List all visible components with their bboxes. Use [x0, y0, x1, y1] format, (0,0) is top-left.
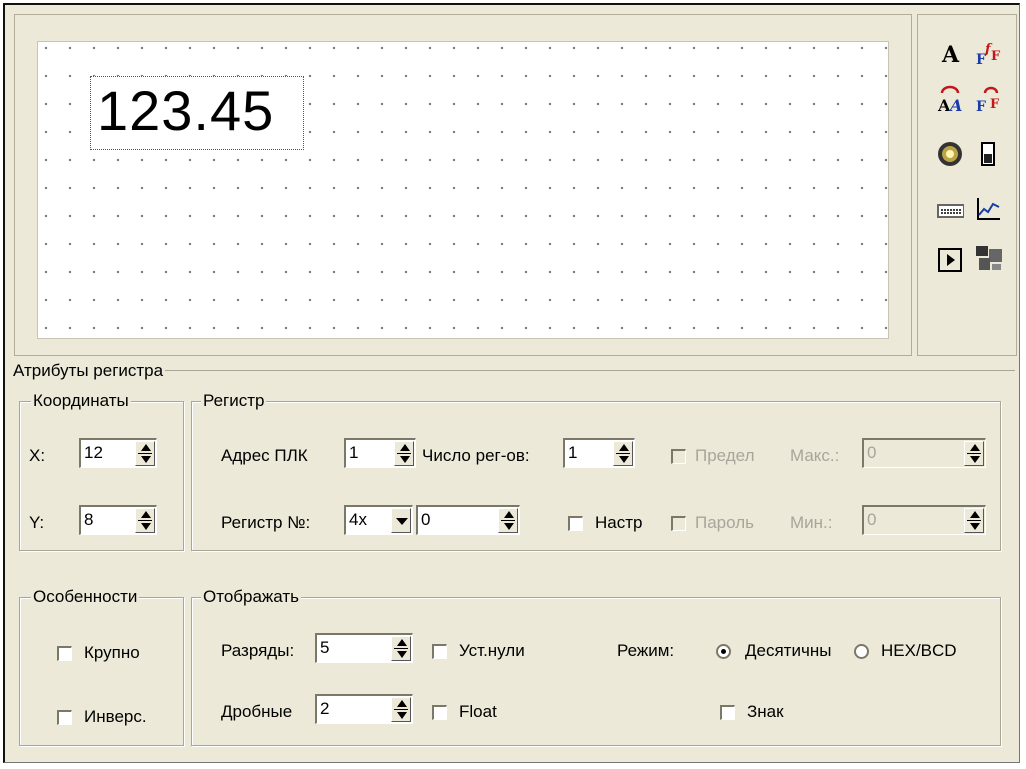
float-checkbox[interactable] — [432, 705, 447, 720]
digits-spinner[interactable]: 5 — [315, 633, 413, 663]
plc-address-value: 1 — [349, 443, 359, 462]
hex-bcd-radio[interactable] — [854, 644, 869, 659]
limit-label: Предел — [695, 446, 755, 465]
setup-checkbox[interactable] — [568, 516, 583, 531]
min-label: Мин.: — [790, 513, 833, 532]
plc-address-spinner[interactable]: 1 — [344, 438, 416, 468]
digits-value: 5 — [320, 638, 330, 657]
large-label: Крупно — [84, 643, 140, 662]
max-label: Макс.: — [790, 446, 840, 465]
spinner-arrows[interactable] — [391, 636, 411, 661]
text-icon[interactable]: A — [936, 40, 964, 68]
fraction-value: 2 — [320, 699, 330, 718]
spinner-arrows[interactable] — [135, 508, 155, 533]
svg-text:A: A — [937, 96, 951, 114]
spinner-arrows[interactable] — [613, 441, 633, 466]
lamp-icon[interactable] — [936, 140, 964, 168]
mode-label: Режим: — [617, 641, 675, 660]
register-type-value: 4x — [349, 510, 367, 529]
level-icon[interactable] — [974, 140, 1002, 168]
spinner-arrows[interactable] — [964, 508, 984, 533]
invert-label: Инверс. — [84, 707, 147, 726]
chevron-down-icon[interactable] — [391, 508, 411, 533]
element-toolbar: A FfF AA FF — [917, 14, 1017, 356]
register-count-label: Число рег-ов: — [422, 446, 530, 465]
trend-icon[interactable] — [974, 195, 1002, 223]
decimal-radio[interactable] — [716, 644, 731, 659]
min-value: 0 — [867, 510, 877, 529]
spinner-arrows[interactable] — [964, 441, 984, 466]
hex-bcd-label: HEX/BCD — [881, 641, 957, 660]
play-icon[interactable] — [936, 246, 964, 274]
numeric-display-element[interactable]: 123.45 — [90, 76, 304, 150]
y-coordinate-value: 8 — [84, 510, 94, 529]
register-count-spinner[interactable]: 1 — [563, 438, 635, 468]
preview-area: 123.45 — [14, 14, 912, 356]
register-count-value: 1 — [568, 443, 578, 462]
display-title: Отображать — [201, 587, 302, 607]
rotate-text-icon[interactable]: AA — [936, 85, 964, 114]
leading-zeros-label: Уст.нули — [459, 641, 525, 660]
invert-checkbox[interactable] — [57, 710, 72, 725]
fraction-label: Дробные — [221, 702, 293, 721]
max-value: 0 — [867, 443, 877, 462]
register-number-label: Регистр №: — [221, 513, 311, 532]
max-value-spinner[interactable]: 0 — [862, 438, 986, 468]
svg-text:A: A — [941, 42, 960, 67]
rotate-font-icon[interactable]: FF — [974, 85, 1002, 114]
spinner-arrows[interactable] — [394, 441, 414, 466]
register-title: Регистр — [201, 391, 267, 411]
coordinates-title: Координаты — [31, 391, 131, 411]
x-label: X: — [29, 446, 46, 465]
svg-text:F: F — [991, 49, 1001, 64]
register-number-spinner[interactable]: 0 — [416, 505, 520, 535]
numeric-display-value: 123.45 — [97, 79, 275, 142]
min-value-spinner[interactable]: 0 — [862, 505, 986, 535]
register-type-combo[interactable]: 4x — [344, 505, 413, 535]
register-number-value: 0 — [421, 510, 431, 529]
x-coordinate-spinner[interactable]: 12 — [79, 438, 157, 468]
setup-label: Настр — [595, 513, 643, 532]
plc-address-label: Адрес ПЛК — [221, 446, 308, 465]
y-label: Y: — [29, 513, 45, 532]
register-dialog: 123.45 A FfF AA FF Атрибуты регистра Коо… — [3, 3, 1020, 763]
float-label: Float — [459, 702, 497, 721]
x-coordinate-value: 12 — [84, 443, 103, 462]
password-checkbox[interactable] — [671, 516, 686, 531]
display-group — [191, 597, 1001, 746]
attributes-title: Атрибуты регистра — [11, 361, 166, 381]
digits-label: Разряды: — [221, 641, 295, 660]
sign-label: Знак — [747, 702, 784, 721]
password-label: Пароль — [695, 513, 754, 532]
svg-text:F: F — [990, 97, 1000, 112]
keypad-icon[interactable] — [936, 197, 964, 225]
large-checkbox[interactable] — [57, 646, 72, 661]
font-size-icon[interactable]: FfF — [974, 40, 1002, 68]
sign-checkbox[interactable] — [720, 705, 735, 720]
decimal-label: Десятичны — [745, 641, 832, 660]
leading-zeros-checkbox[interactable] — [432, 644, 447, 659]
fraction-spinner[interactable]: 2 — [315, 694, 413, 724]
limit-checkbox[interactable] — [671, 449, 686, 464]
settings-icon[interactable] — [974, 244, 1002, 272]
spinner-arrows[interactable] — [391, 697, 411, 722]
y-coordinate-spinner[interactable]: 8 — [79, 505, 157, 535]
svg-text:A: A — [948, 96, 962, 114]
spinner-arrows[interactable] — [498, 508, 518, 533]
preview-canvas[interactable]: 123.45 — [37, 41, 889, 339]
svg-text:F: F — [976, 99, 986, 114]
features-title: Особенности — [31, 587, 140, 607]
spinner-arrows[interactable] — [135, 441, 155, 466]
